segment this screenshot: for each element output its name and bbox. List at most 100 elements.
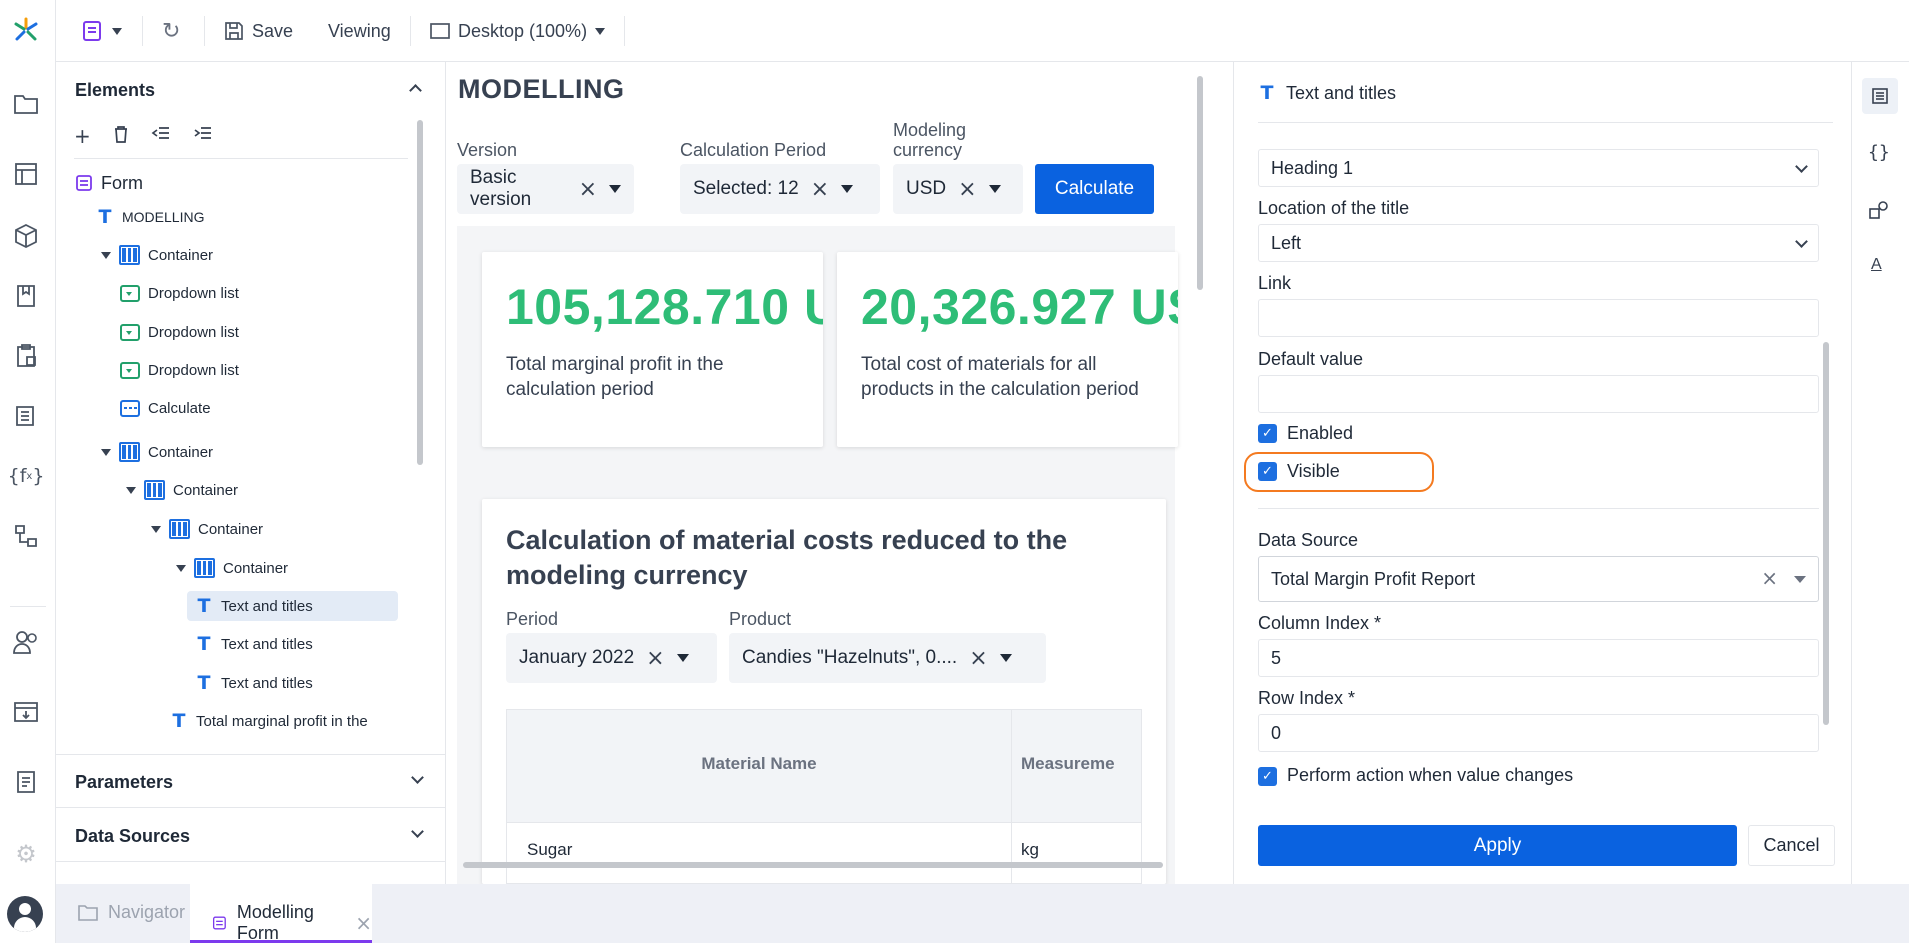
chevron-down-icon[interactable] [609,185,621,193]
column-header[interactable]: Material Name [507,754,1011,774]
refresh-icon[interactable]: ↻ [162,16,180,46]
data-source-select[interactable]: Total Margin Profit Report × [1258,556,1819,602]
clipboard-icon[interactable] [12,342,40,370]
visible-checkbox[interactable]: ✓ [1258,462,1277,481]
location-select[interactable]: Left [1258,224,1819,262]
viewing-button[interactable]: Viewing [328,16,391,46]
default-value-input[interactable] [1258,375,1819,413]
folder-icon[interactable] [12,90,40,118]
code-braces-icon[interactable]: {} [1868,142,1890,163]
book-icon[interactable] [12,282,40,310]
chevron-down-icon[interactable] [676,654,689,662]
rail-divider [10,606,46,607]
calculate-button[interactable]: Calculate [1035,164,1154,214]
tab-modelling-form[interactable]: Modelling Form × [190,884,372,943]
app-logo-icon[interactable] [12,16,40,44]
dropdown-icon [120,284,140,302]
period-filter-select[interactable]: January 2022 × [506,633,717,683]
gear-icon[interactable]: ⚙ [12,840,40,868]
tree-item-calculate[interactable]: Calculate [120,393,211,423]
tree-item-text-selected[interactable]: T Text and titles [187,591,398,621]
text-format-icon[interactable]: A [1871,256,1882,274]
tree-item-dropdown[interactable]: Dropdown list [120,317,239,347]
currency-select[interactable]: USD × [893,164,1023,214]
outdent-icon[interactable] [151,124,171,148]
add-icon[interactable]: + [74,124,91,148]
document-icon[interactable] [12,768,40,796]
version-select[interactable]: Basic version × [457,164,634,214]
tree-item-label: Container [223,559,289,577]
period-select[interactable]: Selected: 12 × [680,164,880,214]
form-menu-button[interactable] [80,16,122,46]
caret-down-icon[interactable] [126,486,136,494]
tree-item-container[interactable]: Container [176,553,288,583]
tree-item-text[interactable]: T Text and titles [195,668,313,698]
row-index-input[interactable]: 0 [1258,714,1819,752]
tree-item-form[interactable]: Form [75,168,143,198]
column-index-input[interactable]: 5 [1258,639,1819,677]
tree-item-container[interactable]: Container [126,475,238,505]
tab-navigator[interactable]: Navigator [78,902,185,923]
close-icon[interactable]: × [646,646,664,671]
chevron-down-icon[interactable] [841,185,854,193]
period-filter-value: January 2022 [519,647,635,668]
device-select[interactable]: Desktop (100%) [430,16,606,46]
properties-tab-icon[interactable] [1862,78,1898,114]
delete-icon[interactable] [113,124,129,148]
clear-icon[interactable]: × [1761,566,1778,590]
tree-item-container[interactable]: Container [101,240,213,270]
product-filter-select[interactable]: Candies "Hazelnuts", 0.... × [729,633,1046,683]
chevron-down-icon[interactable] [988,185,1001,193]
chevron-down-icon[interactable] [999,654,1012,662]
link-input[interactable] [1258,299,1819,337]
close-icon[interactable]: × [355,911,372,935]
close-icon[interactable]: × [969,646,987,671]
close-icon[interactable]: × [811,177,829,202]
tree-item-text[interactable]: T Text and titles [195,629,313,659]
collapse-icon[interactable] [409,84,422,97]
container-icon [169,519,190,539]
perform-action-checkbox[interactable]: ✓ [1258,767,1277,786]
scrollbar[interactable] [1823,342,1829,725]
container-icon [144,480,165,500]
chevron-down-icon[interactable] [411,771,424,784]
scrollbar[interactable] [1197,76,1203,290]
cube-icon[interactable] [12,222,40,250]
forms-icon[interactable] [12,402,40,430]
flow-icon[interactable] [12,522,40,550]
caret-down-icon[interactable] [101,251,111,259]
chevron-down-icon[interactable] [411,825,424,838]
tree-item-container[interactable]: Container [101,437,213,467]
users-icon[interactable] [12,628,40,656]
parameters-section[interactable]: Parameters [75,772,173,793]
style-icon[interactable] [1868,200,1890,225]
tree-item-modelling[interactable]: T MODELLING [96,202,205,232]
close-icon[interactable]: × [579,177,597,202]
horizontal-scrollbar[interactable] [463,862,1163,868]
chevron-down-icon[interactable] [1794,576,1806,583]
tree-item-text[interactable]: T Total marginal profit in the [170,706,368,736]
caret-down-icon[interactable] [101,448,111,456]
apply-button[interactable]: Apply [1258,825,1737,866]
indent-icon[interactable] [193,124,213,148]
formula-icon[interactable]: {f x} [8,462,45,490]
scrollbar[interactable] [417,120,423,465]
tree-item-dropdown[interactable]: Dropdown list [120,278,239,308]
save-icon [225,22,243,40]
enabled-checkbox[interactable]: ✓ [1258,424,1277,443]
save-button[interactable]: Save [224,16,293,46]
link-label: Link [1258,273,1292,293]
archive-icon[interactable] [12,698,40,726]
heading-select[interactable]: Heading 1 [1258,149,1819,187]
cancel-button[interactable]: Cancel [1748,825,1835,866]
caret-down-icon[interactable] [176,564,186,572]
avatar[interactable] [7,896,43,932]
tree-item-dropdown[interactable]: Dropdown list [120,355,239,385]
caret-down-icon[interactable] [151,525,161,533]
close-icon[interactable]: × [958,177,976,202]
tree-item-container[interactable]: Container [151,514,263,544]
layout-icon[interactable] [12,160,40,188]
kpi-value: 105,128.710 USD [506,279,823,335]
data-sources-section[interactable]: Data Sources [75,826,190,847]
column-header[interactable]: Measureme [1021,754,1115,774]
